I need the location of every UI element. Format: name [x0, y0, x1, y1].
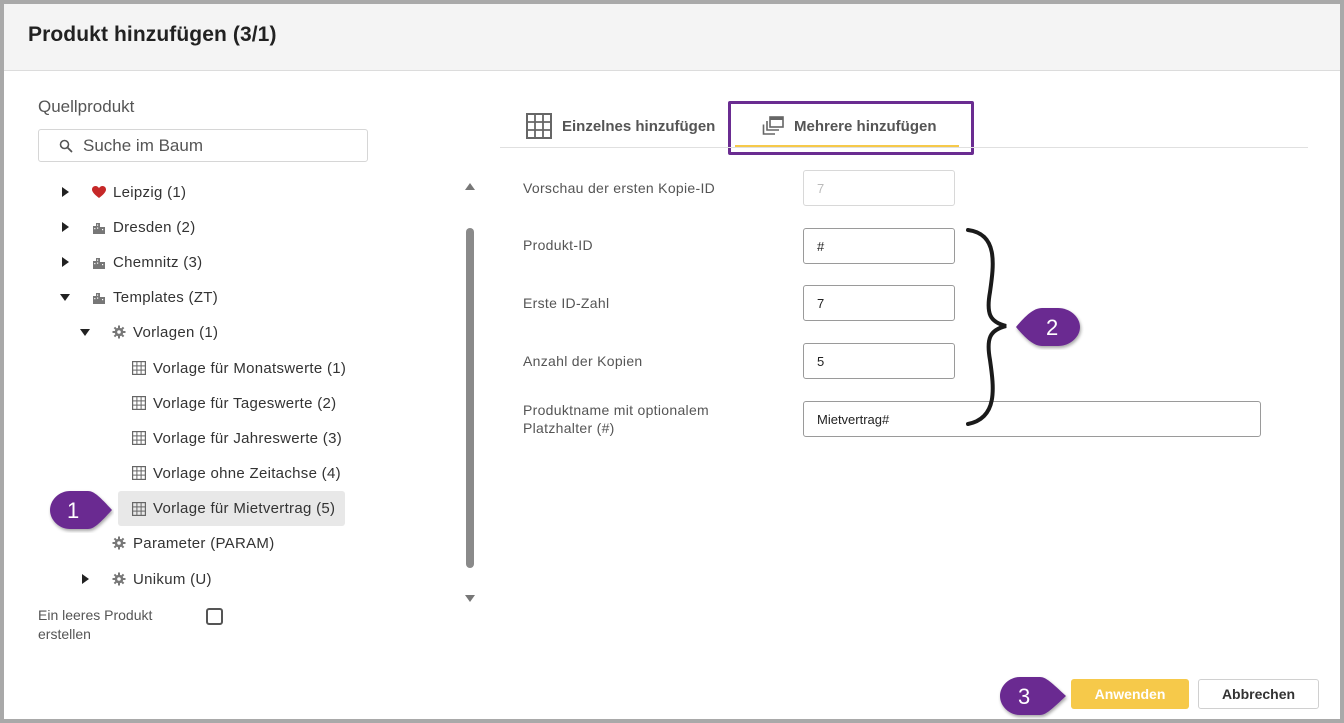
empty-product-label: Ein leeres Produkt erstellen — [38, 607, 153, 642]
tree-item[interactable]: Vorlage ohne Zeitachse (4) — [132, 458, 341, 488]
expand-arrow-icon[interactable] — [82, 574, 89, 584]
product-id-field[interactable] — [803, 228, 955, 264]
apply-button[interactable]: Anwenden — [1071, 679, 1189, 709]
callout-number: 1 — [67, 498, 80, 523]
scroll-down-arrow-icon[interactable] — [465, 595, 475, 602]
tree-item-label: Vorlage für Monatswerte (1) — [153, 359, 347, 377]
tree-search-input[interactable] — [83, 135, 353, 157]
grid-icon — [132, 361, 146, 375]
collapse-arrow-icon[interactable] — [60, 294, 70, 301]
tree-item-selected[interactable]: Vorlage für Mietvertrag (5) — [118, 491, 346, 526]
tree-item[interactable]: Parameter (PARAM) — [112, 528, 275, 558]
tree-item[interactable]: Vorlage für Jahreswerte (3) — [132, 423, 342, 453]
search-icon — [59, 139, 73, 153]
building-icon — [92, 291, 106, 304]
product-name-label: Produktname mit optionalem Platzhalter (… — [523, 402, 709, 436]
tab-label: Einzelnes hinzufügen — [562, 117, 716, 135]
gear-icon — [112, 325, 126, 339]
building-icon — [92, 221, 106, 234]
tree-item[interactable]: Vorlagen (1) — [112, 317, 218, 347]
grid-icon — [132, 396, 146, 410]
tree-item-label: Vorlage ohne Zeitachse (4) — [153, 464, 341, 482]
product-name-field[interactable] — [803, 401, 1261, 437]
copies-count-label: Anzahl der Kopien — [523, 353, 643, 369]
first-id-label: Erste ID-Zahl — [523, 295, 610, 311]
tree-item-label: Vorlage für Mietvertrag (5) — [153, 500, 336, 517]
callout-badge-1: 1 — [48, 489, 114, 538]
tree-item-label: Leipzig (1) — [113, 183, 187, 201]
tree-item[interactable]: Unikum (U) — [112, 564, 212, 594]
tree-item-label: Parameter (PARAM) — [133, 534, 275, 552]
tree-item-label: Templates (ZT) — [113, 288, 219, 306]
dialog-header: Produkt hinzufügen (3/1) — [4, 4, 1340, 71]
callout-badge-3: 3 — [998, 675, 1070, 723]
grid-icon — [132, 431, 146, 445]
tree-item[interactable]: Vorlage für Tageswerte (2) — [132, 388, 336, 418]
grid-icon — [132, 501, 146, 516]
copies-count-field[interactable] — [803, 343, 955, 379]
tree-item-label: Vorlagen (1) — [133, 323, 219, 341]
tree-item-label: Vorlage für Jahreswerte (3) — [153, 429, 343, 447]
tree-search[interactable] — [38, 129, 368, 162]
tree-item-label: Chemnitz (3) — [113, 253, 203, 271]
tabs-divider — [500, 147, 1308, 148]
collapse-arrow-icon[interactable] — [80, 329, 90, 336]
tree-item[interactable]: Leipzig (1) — [92, 177, 186, 207]
preview-field — [803, 170, 955, 206]
tree-item[interactable]: Dresden (2) — [92, 212, 196, 242]
tab-single-add[interactable]: Einzelnes hinzufügen — [526, 101, 715, 151]
scrollbar-thumb[interactable] — [466, 228, 474, 568]
tree-item-label: Vorlage für Tageswerte (2) — [153, 394, 337, 412]
first-id-field[interactable] — [803, 285, 955, 321]
tree-item[interactable]: Templates (ZT) — [92, 282, 218, 312]
callout-number: 2 — [1046, 315, 1059, 340]
cancel-button[interactable]: Abbrechen — [1198, 679, 1319, 709]
table-icon — [526, 113, 552, 139]
source-product-label: Quellprodukt — [38, 97, 135, 116]
tree-item-label: Unikum (U) — [133, 570, 212, 588]
tree-item[interactable]: Vorlage für Monatswerte (1) — [132, 353, 346, 383]
expand-arrow-icon[interactable] — [62, 257, 69, 267]
preview-label: Vorschau der ersten Kopie-ID — [523, 180, 716, 196]
gear-icon — [112, 572, 126, 586]
scroll-up-arrow-icon[interactable] — [465, 183, 475, 190]
expand-arrow-icon[interactable] — [62, 187, 69, 197]
grid-icon — [132, 466, 146, 480]
callout-number: 3 — [1018, 684, 1031, 709]
callout-badge-2: 2 — [1014, 306, 1084, 355]
expand-arrow-icon[interactable] — [62, 222, 69, 232]
tree-item[interactable]: Chemnitz (3) — [92, 247, 202, 277]
curly-brace-annotation — [966, 228, 1007, 426]
tree-item-label: Dresden (2) — [113, 218, 196, 236]
empty-product-checkbox[interactable] — [206, 608, 223, 625]
building-icon — [92, 256, 106, 269]
dialog-title: Produkt hinzufügen (3/1) — [28, 23, 277, 46]
gear-icon — [112, 536, 126, 550]
heart-icon — [92, 185, 106, 199]
product-id-label: Produkt-ID — [523, 237, 593, 253]
